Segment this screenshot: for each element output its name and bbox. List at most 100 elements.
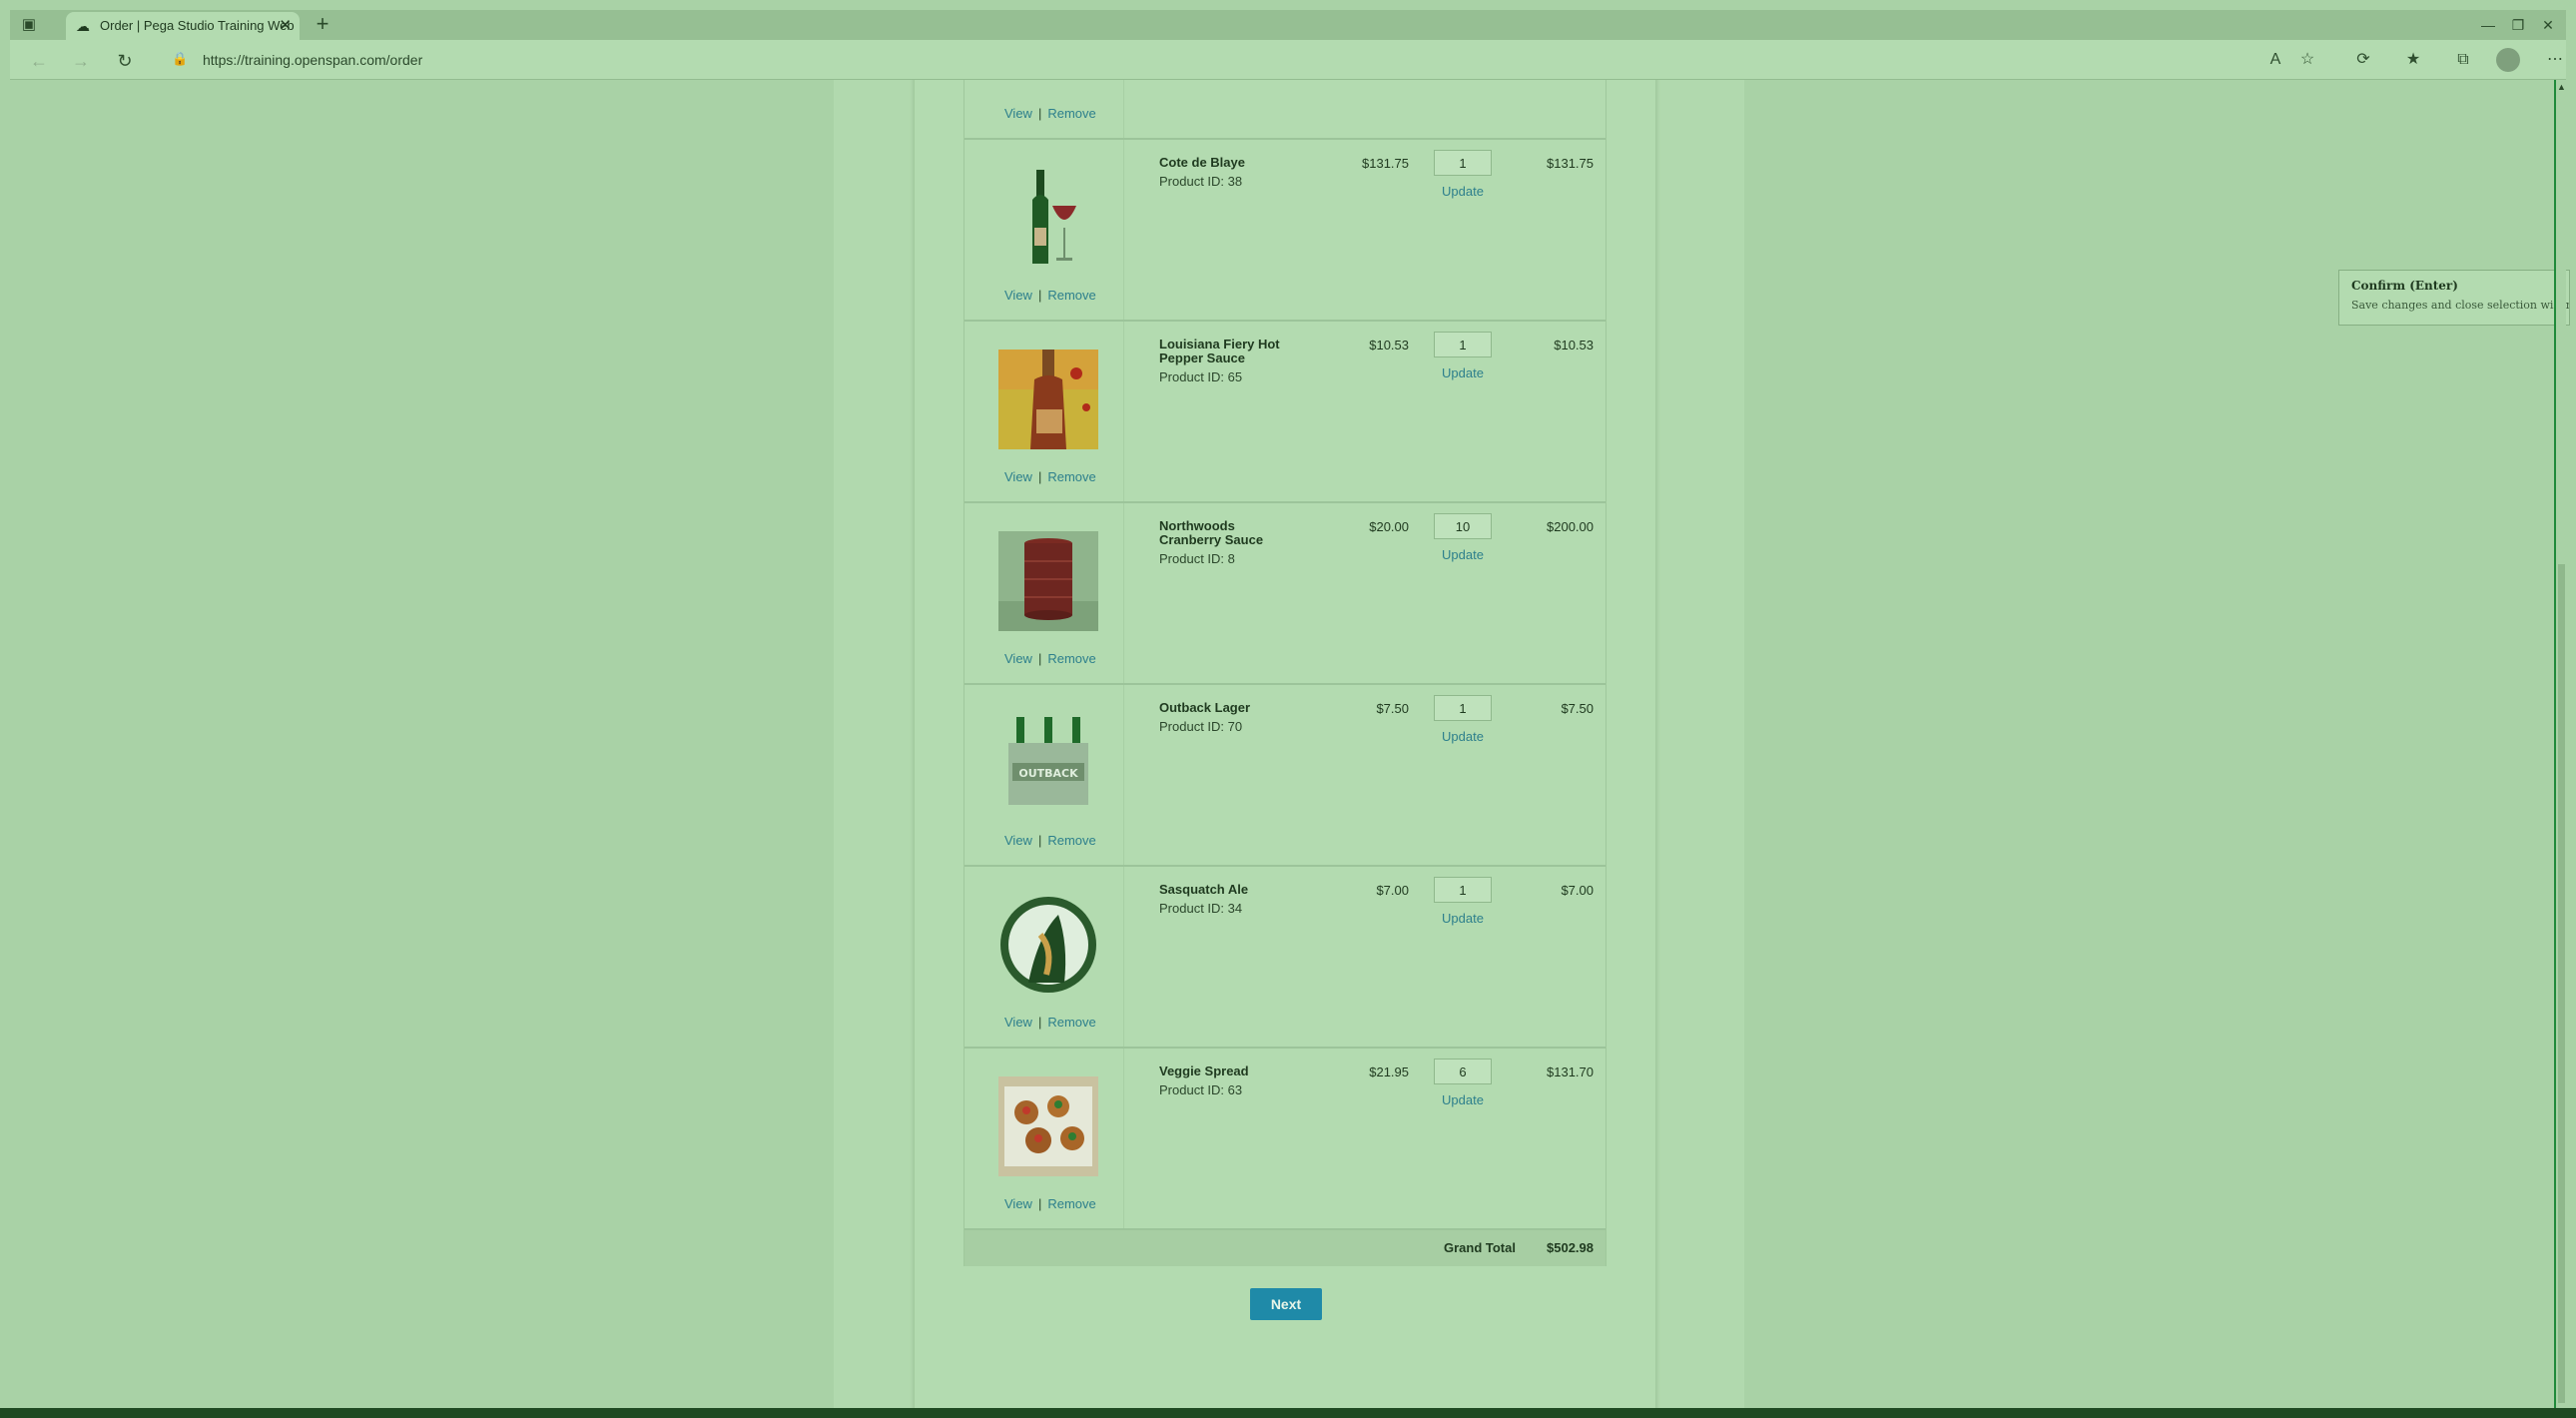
remove-link[interactable]: Remove [1047, 651, 1095, 666]
view-link[interactable]: View [1004, 1196, 1032, 1211]
update-link[interactable]: Update [1434, 1092, 1492, 1107]
next-button[interactable]: Next [1250, 1288, 1322, 1320]
extensions-icon[interactable]: ⟳ [2352, 49, 2374, 71]
table-row: View | Remove Sasquatch Ale Product ID: 34… [965, 867, 1606, 1049]
grand-total-label: Grand Total [1444, 1240, 1516, 1255]
product-name: Outback Lager [1159, 700, 1251, 715]
table-row: OUTBACK View | Remove Outback Lager Produc… [965, 685, 1606, 867]
remove-link[interactable]: Remove [1047, 469, 1095, 484]
taskbar [0, 1408, 2576, 1418]
table-row: View | Remove Northwoods Cranberry Sauce P… [965, 503, 1606, 685]
favorites-icon[interactable]: ★ [2402, 49, 2424, 71]
product-name: Louisiana Fiery Hot Pepper Sauce [1159, 337, 1280, 365]
refresh-icon[interactable]: ↻ [114, 50, 136, 72]
product-id: Product ID: 8 [1159, 551, 1235, 566]
scroll-up-icon[interactable]: ▲ [2557, 82, 2567, 92]
quantity-input[interactable] [1434, 1059, 1492, 1084]
remove-link[interactable]: Remove [1047, 106, 1095, 121]
view-link[interactable]: View [1004, 1015, 1032, 1030]
add-favorite-icon[interactable]: ☆ [2296, 49, 2318, 71]
update-link[interactable]: Update [1434, 547, 1492, 562]
confirm-tooltip: Confirm (Enter) Save changes and close s… [2338, 270, 2570, 326]
forward-icon[interactable]: → [70, 50, 92, 72]
table-row: View | Remove Louisiana Fiery Hot Pepper S… [965, 322, 1606, 503]
product-image-wine-bottle[interactable] [998, 168, 1098, 268]
view-link[interactable]: View [1004, 833, 1032, 848]
grand-total-row: Grand Total $502.98 [965, 1230, 1606, 1266]
profile-avatar[interactable] [2496, 48, 2520, 72]
page-viewport: View | Remove View | Remove Cote de Blay… [10, 80, 2561, 1408]
address-bar: ← → ↻ 🔒 https://training.openspan.com/or… [10, 40, 2566, 80]
column-divider [1123, 1049, 1124, 1228]
product-name: Veggie Spread [1159, 1064, 1249, 1078]
product-id: Product ID: 65 [1159, 369, 1243, 384]
product-image-veggie-appetizer[interactable] [998, 1076, 1098, 1176]
column-divider [1123, 503, 1124, 683]
row-links: View | Remove [1004, 469, 1096, 484]
update-link[interactable]: Update [1434, 184, 1492, 199]
remove-link[interactable]: Remove [1047, 288, 1095, 303]
view-link[interactable]: View [1004, 106, 1032, 121]
row-links: View | Remove [1004, 1196, 1096, 1211]
new-tab-button[interactable]: + [310, 12, 335, 38]
row-links: View | Remove [1004, 106, 1096, 121]
product-name: Cote de Blaye [1159, 155, 1245, 170]
line-total: $131.70 [1547, 1064, 1594, 1079]
vertical-scrollbar[interactable]: ▲ [2554, 80, 2566, 1408]
product-id: Product ID: 34 [1159, 901, 1243, 916]
remove-link[interactable]: Remove [1047, 1015, 1095, 1030]
lock-icon[interactable]: 🔒 [172, 51, 188, 67]
remove-link[interactable]: Remove [1047, 833, 1095, 848]
scrollbar-thumb[interactable] [2558, 564, 2565, 1403]
column-divider [1123, 140, 1124, 320]
url-field[interactable]: https://training.openspan.com/order [203, 50, 422, 70]
restore-icon[interactable]: ❐ [2506, 14, 2530, 36]
collections-icon[interactable]: ⧉ [2452, 49, 2474, 71]
unit-price: $10.53 [1369, 338, 1409, 353]
line-total: $7.00 [1561, 883, 1594, 898]
browser-tab[interactable]: ☁ Order | Pega Studio Training Web ✕ [66, 12, 300, 40]
product-image-cranberry-sauce[interactable] [998, 531, 1098, 631]
product-id: Product ID: 63 [1159, 1082, 1243, 1097]
quantity-input[interactable] [1434, 332, 1492, 357]
update-link[interactable]: Update [1434, 911, 1492, 926]
table-row: View | Remove [965, 80, 1606, 140]
row-links: View | Remove [1004, 833, 1096, 848]
column-divider [1123, 322, 1124, 501]
line-total: $200.00 [1547, 519, 1594, 534]
tab-bar: ▣ ☁ Order | Pega Studio Training Web ✕ +… [10, 10, 2566, 40]
quantity-input[interactable] [1434, 513, 1492, 539]
product-id: Product ID: 38 [1159, 174, 1243, 189]
minimize-icon[interactable]: — [2476, 14, 2500, 36]
back-icon[interactable]: ← [28, 50, 50, 72]
quantity-input[interactable] [1434, 695, 1492, 721]
product-id: Product ID: 70 [1159, 719, 1243, 734]
tab-close-icon[interactable]: ✕ [279, 12, 292, 40]
line-total: $131.75 [1547, 156, 1594, 171]
update-link[interactable]: Update [1434, 729, 1492, 744]
view-link[interactable]: View [1004, 288, 1032, 303]
product-image-lager-bottles[interactable]: OUTBACK [998, 713, 1098, 813]
update-link[interactable]: Update [1434, 365, 1492, 380]
unit-price: $7.00 [1376, 883, 1409, 898]
tab-title: Order | Pega Studio Training Web [100, 18, 295, 33]
line-total: $7.50 [1561, 701, 1594, 716]
view-link[interactable]: View [1004, 469, 1032, 484]
remove-link[interactable]: Remove [1047, 1196, 1095, 1211]
row-links: View | Remove [1004, 1015, 1096, 1030]
product-image-hot-sauce[interactable] [998, 350, 1098, 449]
quantity-input[interactable] [1434, 150, 1492, 176]
quantity-input[interactable] [1434, 877, 1492, 903]
view-link[interactable]: View [1004, 651, 1032, 666]
tooltip-title: Confirm (Enter) [2351, 279, 2458, 293]
order-table: View | Remove View | Remove Cote de Blay… [964, 80, 1607, 1266]
site-favicon-icon: ☁ [76, 18, 90, 34]
line-total: $10.53 [1554, 338, 1594, 353]
window-close-icon[interactable]: ✕ [2536, 14, 2560, 36]
tab-actions-icon[interactable]: ▣ [20, 16, 38, 34]
more-menu-icon[interactable]: ⋯ [2544, 49, 2566, 71]
product-image-ale-label[interactable] [998, 895, 1098, 995]
tooltip-description: Save changes and close selection wizard. [2351, 299, 2570, 312]
table-row: View | Remove Cote de Blaye Product ID: 38… [965, 140, 1606, 322]
read-aloud-icon[interactable]: A [2264, 49, 2286, 71]
